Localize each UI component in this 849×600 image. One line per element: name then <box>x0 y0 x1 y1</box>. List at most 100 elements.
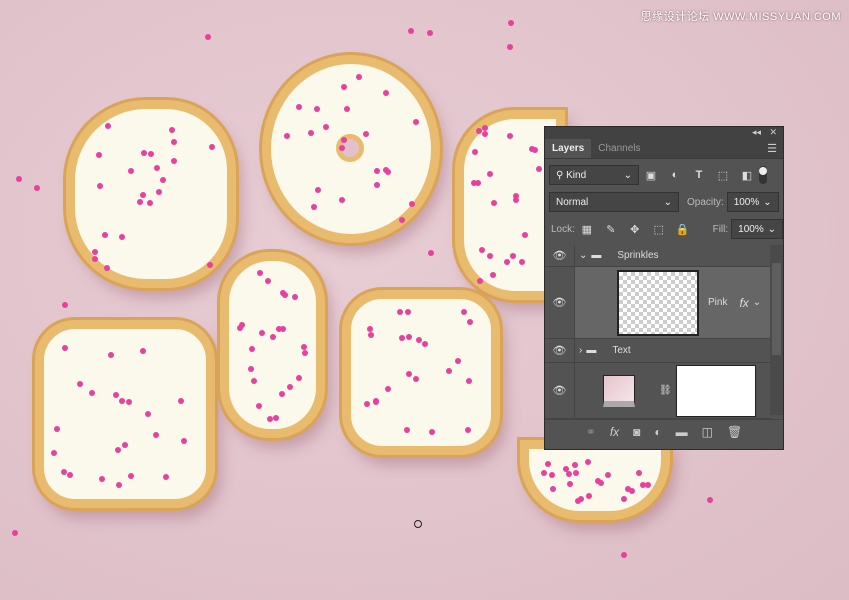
scrollbar-thumb[interactable] <box>772 263 781 355</box>
layer-name: Pink <box>708 297 728 308</box>
opacity-value: 100% <box>733 196 760 208</box>
link-icon[interactable]: ⛓ <box>659 385 672 396</box>
sprinkle <box>283 132 290 139</box>
adjustment-filter-icon[interactable]: ◐ <box>667 169 683 181</box>
smart-object-filter-icon[interactable]: ◧ <box>739 169 755 182</box>
sprinkle <box>385 386 392 392</box>
collapse-icon[interactable]: ◂◂ <box>752 127 761 138</box>
fill-input[interactable]: 100% ⌄ <box>731 219 783 239</box>
sprinkle <box>427 30 433 36</box>
sprinkle <box>258 329 265 336</box>
panel-menu-icon[interactable]: ☰ <box>767 142 777 155</box>
lock-all-icon[interactable]: 🔒 <box>675 223 691 236</box>
sprinkle <box>180 438 187 445</box>
sprinkle <box>644 481 651 488</box>
layer-gradient-adjustment[interactable]: 👁 ⛓ <box>545 363 771 419</box>
chevron-down-icon[interactable]: ⌄ <box>753 297 761 308</box>
shape-filter-icon[interactable]: ⬚ <box>715 169 731 182</box>
close-icon[interactable]: ✕ <box>769 127 777 138</box>
filter-kind-label: Kind <box>566 169 587 181</box>
new-layer-icon[interactable]: ◫ <box>702 425 713 439</box>
image-filter-icon[interactable]: ▣ <box>643 169 659 182</box>
link-icon[interactable]: ⚭ <box>586 425 596 439</box>
visibility-eye-icon[interactable]: 👁 <box>545 339 575 362</box>
layers-scrollbar[interactable] <box>770 245 783 415</box>
sprinkle <box>563 465 570 472</box>
chevron-down-icon[interactable]: ⌄ <box>579 250 587 261</box>
sprinkle <box>139 348 146 355</box>
sprinkle <box>397 308 404 315</box>
sprinkle <box>509 252 516 259</box>
folder-icon: ▬ <box>591 250 602 261</box>
sprinkle <box>408 200 415 207</box>
trash-icon[interactable]: 🗑 <box>727 425 742 439</box>
sprinkle <box>474 179 481 186</box>
filter-kind-select[interactable]: ⚲ Kind ⌄ <box>549 165 639 185</box>
folder-icon: ▬ <box>586 345 597 356</box>
lock-transparency-icon[interactable]: ▦ <box>579 223 595 236</box>
blend-mode-select[interactable]: Normal ⌄ <box>549 192 679 212</box>
sprinkle <box>205 34 211 40</box>
sprinkle <box>621 552 627 558</box>
layer-name: Sprinkles <box>617 250 659 261</box>
sprinkle <box>251 377 258 384</box>
sprinkle <box>373 168 380 175</box>
filter-toggle[interactable] <box>759 166 767 184</box>
sprinkle <box>118 398 125 405</box>
tab-channels[interactable]: Channels <box>591 139 647 158</box>
watermark: 思缘设计论坛 WWW.MISSYUAN.COM <box>640 11 841 23</box>
layer-text[interactable]: 👁 › ▬ Text <box>545 339 771 363</box>
visibility-eye-icon[interactable]: 👁 <box>545 245 575 266</box>
lock-artboard-icon[interactable]: ⬚ <box>651 223 667 236</box>
adjustment-icon[interactable]: ◐ <box>654 425 661 439</box>
sprinkle <box>573 469 580 476</box>
sprinkle <box>91 248 98 255</box>
chevron-down-icon: ⌄ <box>623 169 632 181</box>
sprinkle <box>343 105 350 112</box>
sprinkle <box>408 28 414 34</box>
sprinkle <box>476 277 483 284</box>
mask-icon[interactable]: ◙ <box>633 425 640 439</box>
sprinkle <box>88 389 95 396</box>
chevron-down-icon: ⌄ <box>663 196 672 208</box>
layer-mask-thumbnail <box>675 364 756 417</box>
sprinkle <box>269 333 276 340</box>
sprinkle <box>16 176 22 182</box>
sprinkle <box>177 398 184 405</box>
opacity-input[interactable]: 100% ⌄ <box>726 192 779 212</box>
sprinkle <box>76 381 83 388</box>
sprinkle <box>34 185 40 191</box>
sprinkle <box>406 370 413 377</box>
lock-brush-icon[interactable]: ✎ <box>603 223 619 236</box>
sprinkle <box>171 139 178 145</box>
adjustment-thumbnail <box>603 374 635 407</box>
sprinkle <box>248 346 255 353</box>
sprinkle <box>147 150 154 157</box>
visibility-eye-icon[interactable]: 👁 <box>545 363 575 418</box>
sprinkle <box>62 302 68 308</box>
chevron-right-icon[interactable]: › <box>579 345 582 356</box>
layer-thumbnail <box>617 269 699 336</box>
type-filter-icon[interactable]: T <box>691 169 707 181</box>
fx-icon[interactable]: fx <box>610 425 619 439</box>
sprinkle <box>209 143 216 150</box>
visibility-eye-icon[interactable]: 👁 <box>545 267 575 338</box>
sprinkle <box>487 252 493 259</box>
layer-sprinkles[interactable]: 👁 ⌄ ▬ Sprinkles <box>545 245 771 267</box>
sprinkle <box>508 20 514 26</box>
chevron-down-icon[interactable]: ⌄ <box>768 224 776 235</box>
sprinkle <box>169 126 176 133</box>
lock-move-icon[interactable]: ✥ <box>627 223 643 236</box>
sprinkle <box>428 250 434 256</box>
folder-icon[interactable]: ▬ <box>676 425 688 439</box>
sprinkle <box>340 83 347 90</box>
chevron-down-icon[interactable]: ⌄ <box>763 197 771 208</box>
layer-pink[interactable]: 👁 Pink fx ⌄ <box>545 267 771 339</box>
sprinkle <box>399 334 406 341</box>
sprinkle <box>108 351 115 358</box>
fx-icon[interactable]: fx <box>739 296 748 310</box>
sprinkle <box>574 498 581 504</box>
sprinkle <box>518 258 525 265</box>
sprinkle <box>362 131 369 138</box>
tab-layers[interactable]: Layers <box>545 139 592 158</box>
